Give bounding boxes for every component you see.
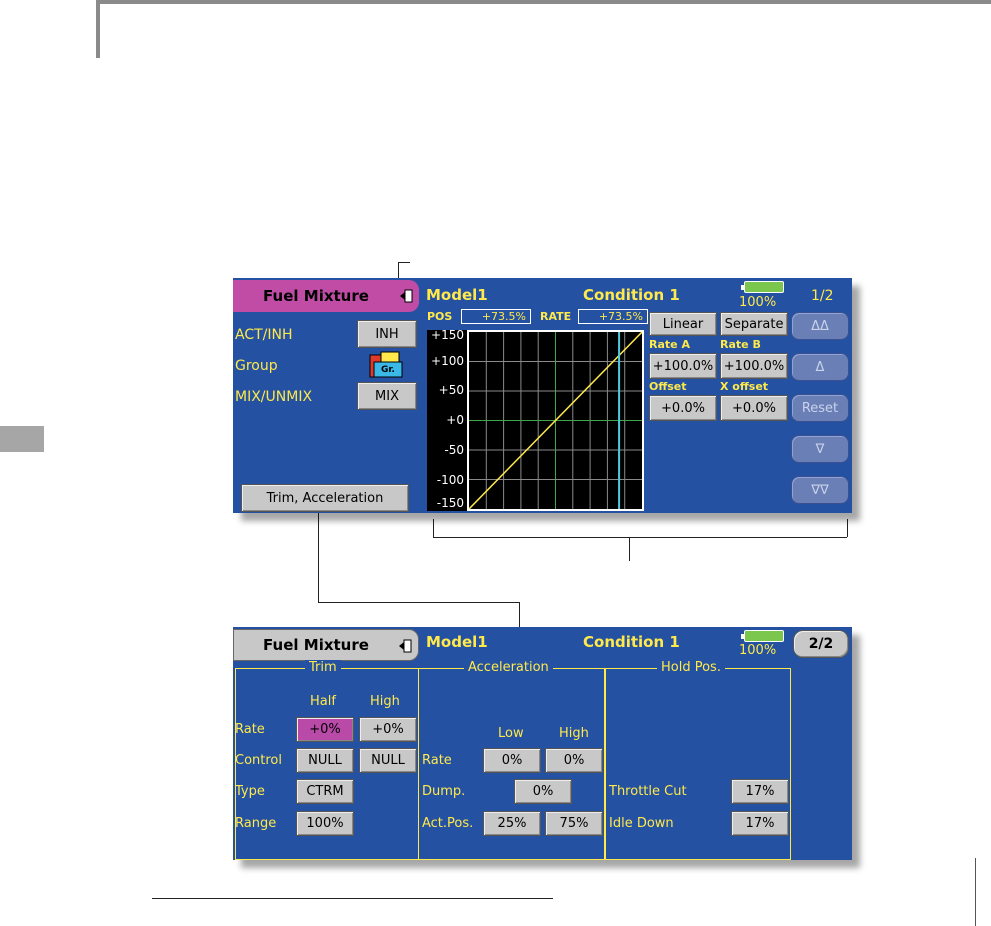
callout-exit-tick [398, 262, 410, 263]
battery-icon [741, 630, 784, 642]
act-inh-button[interactable]: INH [357, 320, 417, 348]
trim-control-half-button[interactable]: NULL [296, 748, 354, 773]
accel-actpos-high-button[interactable]: 75% [545, 811, 603, 836]
y-tick: +100 [431, 354, 464, 368]
throttle-cut-label: Throttle Cut [609, 784, 687, 799]
pos-value: +73.5% [461, 309, 531, 324]
group-label: Group [235, 358, 278, 374]
accel-col-high: High [559, 726, 589, 741]
trim-acceleration-button[interactable]: Trim, Acceleration [241, 484, 409, 512]
y-tick: -150 [436, 496, 464, 510]
trim-rate-high-button[interactable]: +0% [359, 717, 417, 742]
rate-label: RATE [540, 310, 572, 323]
idle-down-button[interactable]: 17% [731, 811, 789, 836]
accel-rate-low-button[interactable]: 0% [483, 748, 541, 773]
trim-type-label: Type [235, 784, 265, 799]
condition-name: Condition 1 [583, 286, 680, 304]
y-tick: +150 [431, 328, 464, 342]
offset-button[interactable]: +0.0% [649, 395, 717, 421]
function-title: Fuel Mixture [263, 287, 369, 305]
accel-dump-button[interactable]: 0% [514, 779, 572, 804]
trim-type-button[interactable]: CTRM [296, 779, 354, 804]
idle-down-label: Idle Down [609, 816, 674, 831]
function-title-tab[interactable]: Fuel Mixture [233, 629, 419, 661]
fuel-mixture-screen-page2: Fuel Mixture Model1 Condition 1 100% 2/2… [233, 627, 852, 860]
callout-trim-down [318, 508, 319, 602]
trim-range-label: Range [235, 816, 277, 831]
accel-rate-label: Rate [422, 753, 452, 768]
group-icon-text: Gr. [381, 365, 395, 375]
mix-unmix-label: MIX/UNMIX [235, 389, 313, 405]
chapter-side-tab [0, 426, 44, 452]
rate-b-label: Rate B [720, 338, 761, 351]
page-header-corner [96, 0, 100, 58]
y-tick: +0 [446, 413, 464, 427]
condition-name: Condition 1 [583, 633, 680, 651]
curve-plot [468, 331, 643, 510]
callout-bracket-right [847, 519, 848, 537]
separate-button[interactable]: Separate [720, 312, 788, 336]
function-title: Fuel Mixture [263, 636, 369, 654]
callout-bracket-stem [629, 537, 630, 561]
callout-bracket-bottom [433, 537, 847, 538]
battery-percent: 100% [739, 643, 777, 658]
x-offset-button[interactable]: +0.0% [720, 395, 788, 421]
page-margin-rule [975, 858, 976, 926]
footnote-rule [152, 898, 553, 899]
model-name: Model1 [426, 633, 488, 651]
accel-actpos-low-button[interactable]: 25% [483, 811, 541, 836]
accel-rate-high-button[interactable]: 0% [545, 748, 603, 773]
trim-section-title: Trim [305, 660, 341, 675]
accel-section-title: Acceleration [464, 660, 553, 675]
mix-unmix-button[interactable]: MIX [357, 382, 417, 410]
exit-icon[interactable] [398, 639, 412, 653]
rate-a-label: Rate A [649, 338, 690, 351]
y-tick: -50 [444, 443, 464, 457]
throttle-cut-button[interactable]: 17% [731, 779, 789, 804]
pos-label: POS [427, 310, 453, 323]
nav-down-button[interactable]: ∇ [791, 435, 849, 463]
page-2-button[interactable]: 2/2 [793, 630, 849, 658]
trim-col-half: Half [310, 694, 336, 709]
fuel-mixture-screen-page1: Fuel Mixture Model1 Condition 1 100% 1/2… [233, 278, 852, 513]
y-tick: -100 [436, 473, 464, 487]
trim-range-button[interactable]: 100% [296, 811, 354, 836]
rate-value: +73.5% [578, 309, 648, 324]
accel-dump-label: Dump. [422, 784, 466, 799]
callout-bracket-left [433, 519, 434, 537]
accel-actpos-label: Act.Pos. [422, 816, 474, 831]
battery-percent: 100% [739, 295, 777, 310]
rate-a-button[interactable]: +100.0% [649, 353, 717, 379]
trim-col-high: High [370, 694, 400, 709]
page-indicator: 1/2 [811, 288, 834, 304]
mixture-curve-graph[interactable] [467, 330, 644, 511]
rate-b-button[interactable]: +100.0% [720, 353, 788, 379]
battery-icon [741, 281, 784, 293]
callout-trim-across [318, 602, 520, 603]
hold-section-title: Hold Pos. [657, 660, 725, 675]
group-icon[interactable]: Gr. [369, 351, 405, 379]
exit-icon[interactable] [399, 289, 413, 303]
y-tick: +50 [438, 383, 464, 397]
nav-down-fast-button[interactable]: ∇∇ [791, 476, 849, 504]
trim-control-high-button[interactable]: NULL [359, 748, 417, 773]
linear-button[interactable]: Linear [649, 312, 717, 336]
curve-y-axis: +150 +100 +50 +0 -50 -100 -150 [427, 328, 467, 511]
model-name: Model1 [426, 286, 488, 304]
trim-rate-half-button[interactable]: +0% [296, 717, 354, 742]
function-title-tab[interactable]: Fuel Mixture [233, 280, 419, 312]
page-header-rule [96, 0, 991, 4]
offset-label: Offset [649, 380, 687, 393]
x-offset-label: X offset [720, 380, 769, 393]
nav-up-fast-button[interactable]: ΔΔ [791, 312, 849, 340]
trim-control-label: Control [235, 753, 282, 768]
reset-button[interactable]: Reset [791, 394, 849, 422]
accel-col-low: Low [498, 726, 524, 741]
act-inh-label: ACT/INH [235, 327, 293, 343]
nav-up-button[interactable]: Δ [791, 353, 849, 381]
trim-rate-label: Rate [235, 722, 265, 737]
